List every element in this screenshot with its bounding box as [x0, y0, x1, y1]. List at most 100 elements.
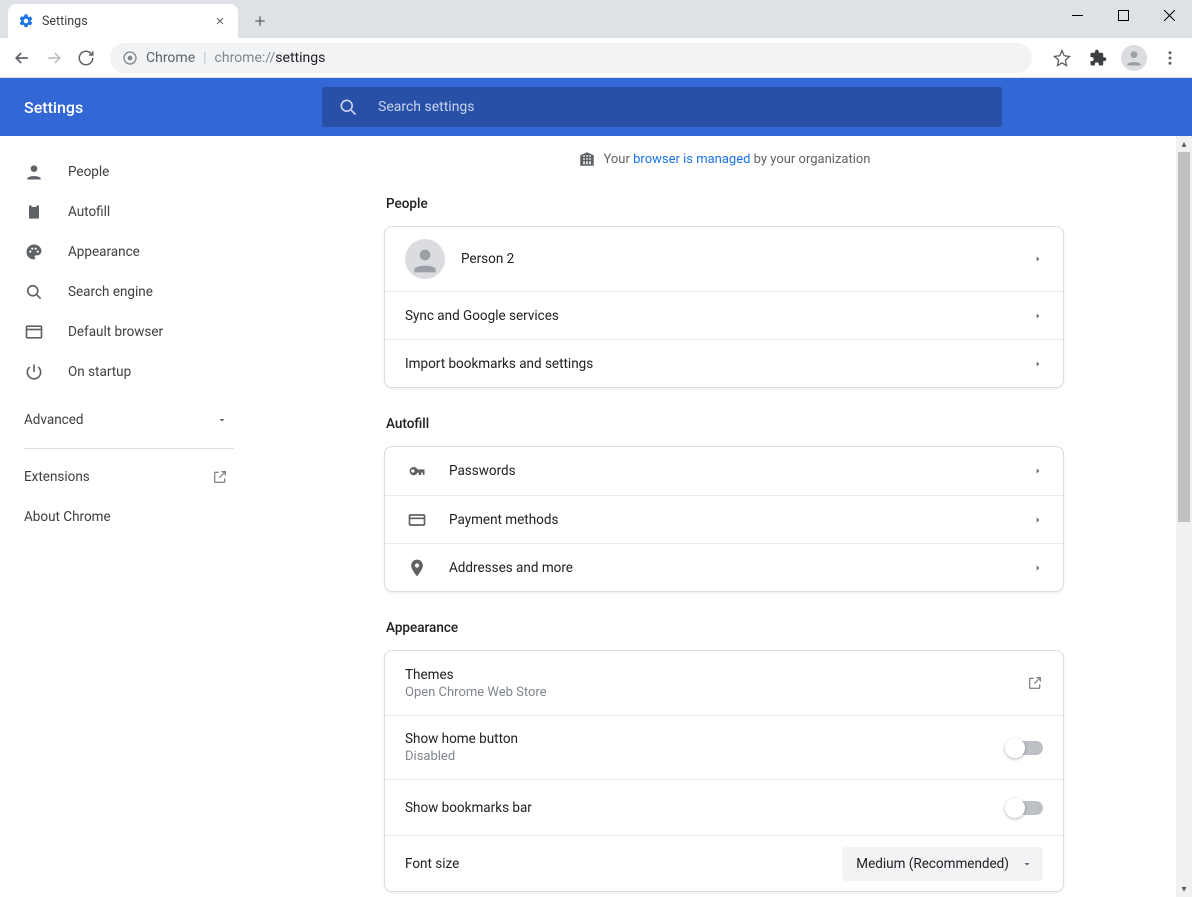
sidebar-item-about[interactable]: About Chrome	[0, 497, 256, 537]
forward-button[interactable]	[38, 42, 70, 74]
sidebar-item-search-engine[interactable]: Search engine	[0, 272, 256, 312]
bookmark-star-icon[interactable]	[1046, 42, 1078, 74]
font-size-row: Font size Medium (Recommended)	[385, 835, 1063, 891]
key-icon	[405, 459, 429, 483]
scroll-up-arrow[interactable]: ▴	[1176, 136, 1192, 152]
sidebar-label: Appearance	[68, 244, 140, 260]
people-card: Person 2 Sync and Google services Import…	[384, 226, 1064, 388]
sidebar-label: Search engine	[68, 284, 153, 300]
row-label: Themes	[405, 667, 1027, 683]
sidebar-item-on-startup[interactable]: On startup	[0, 352, 256, 392]
sidebar-label: Autofill	[68, 204, 110, 220]
row-label: Payment methods	[449, 512, 1033, 528]
scroll-down-arrow[interactable]: ▾	[1176, 881, 1192, 897]
reload-button[interactable]	[70, 42, 102, 74]
search-placeholder: Search settings	[378, 99, 475, 115]
sidebar-item-autofill[interactable]: Autofill	[0, 192, 256, 232]
themes-row[interactable]: Themes Open Chrome Web Store	[385, 651, 1063, 715]
row-label: Show bookmarks bar	[405, 800, 1007, 816]
home-button-row: Show home button Disabled	[385, 715, 1063, 779]
font-size-select[interactable]: Medium (Recommended)	[842, 847, 1043, 881]
tab-title: Settings	[42, 14, 88, 29]
person-icon	[24, 162, 44, 182]
managed-link[interactable]: browser is managed	[633, 152, 750, 167]
back-button[interactable]	[6, 42, 38, 74]
chevron-right-icon	[1033, 515, 1043, 525]
extensions-icon[interactable]	[1082, 42, 1114, 74]
scrollbar-thumb[interactable]	[1178, 152, 1190, 522]
location-icon	[405, 556, 429, 580]
window-titlebar: Settings	[0, 0, 1192, 38]
payment-row[interactable]: Payment methods	[385, 495, 1063, 543]
address-bar[interactable]: Chrome | chrome://settings	[110, 43, 1032, 73]
search-settings-input[interactable]: Search settings	[322, 87, 1002, 127]
browser-tab[interactable]: Settings	[8, 4, 238, 38]
search-icon	[24, 282, 44, 302]
import-row[interactable]: Import bookmarks and settings	[385, 339, 1063, 387]
power-icon	[24, 362, 44, 382]
sidebar-item-advanced[interactable]: Advanced	[0, 400, 256, 440]
window-controls	[1054, 0, 1192, 32]
profile-name: Person 2	[461, 251, 1033, 267]
profile-avatar[interactable]	[1118, 42, 1150, 74]
settings-sidebar: People Autofill Appearance Search engine…	[0, 136, 256, 897]
sidebar-label: Advanced	[24, 412, 84, 428]
clipboard-icon	[24, 202, 44, 222]
section-title-autofill: Autofill	[386, 416, 1064, 432]
sidebar-item-appearance[interactable]: Appearance	[0, 232, 256, 272]
chevron-right-icon	[1033, 311, 1043, 321]
managed-banner: Your browser is managed by your organiza…	[384, 136, 1064, 186]
omnibox-url-prefix: chrome://	[215, 50, 276, 66]
row-label: Show home button	[405, 731, 1007, 747]
sidebar-label: People	[68, 164, 109, 180]
palette-icon	[24, 242, 44, 262]
external-link-icon	[1027, 675, 1043, 691]
chevron-down-icon	[1021, 858, 1033, 870]
sidebar-item-extensions[interactable]: Extensions	[0, 457, 256, 497]
scrollbar-track[interactable]: ▴ ▾	[1176, 136, 1192, 897]
sidebar-item-default-browser[interactable]: Default browser	[0, 312, 256, 352]
sidebar-label: About Chrome	[24, 509, 111, 525]
chevron-right-icon	[1033, 359, 1043, 369]
sidebar-label: On startup	[68, 364, 131, 380]
search-icon	[338, 97, 358, 117]
appearance-card: Themes Open Chrome Web Store Show home b…	[384, 650, 1064, 892]
autofill-card: Passwords Payment methods Addresses and …	[384, 446, 1064, 592]
banner-suffix: by your organization	[750, 152, 870, 167]
new-tab-button[interactable]	[246, 7, 274, 35]
card-icon	[405, 508, 429, 532]
minimize-button[interactable]	[1054, 0, 1100, 30]
row-label: Passwords	[449, 463, 1033, 479]
row-sublabel: Disabled	[405, 749, 1007, 764]
row-label: Addresses and more	[449, 560, 1033, 576]
sidebar-item-people[interactable]: People	[0, 152, 256, 192]
row-sublabel: Open Chrome Web Store	[405, 685, 1027, 700]
close-tab-icon[interactable]	[212, 13, 228, 29]
profile-row[interactable]: Person 2	[385, 227, 1063, 291]
chevron-right-icon	[1033, 563, 1043, 573]
sync-row[interactable]: Sync and Google services	[385, 291, 1063, 339]
select-value: Medium (Recommended)	[856, 856, 1009, 872]
settings-title: Settings	[24, 98, 322, 117]
chevron-down-icon	[216, 414, 228, 426]
omnibox-chip-label: Chrome	[146, 50, 195, 66]
chrome-icon	[122, 50, 138, 66]
passwords-row[interactable]: Passwords	[385, 447, 1063, 495]
browser-toolbar: Chrome | chrome://settings	[0, 38, 1192, 78]
row-label: Import bookmarks and settings	[405, 356, 1033, 372]
external-link-icon	[212, 469, 228, 485]
omnibox-url-rest: settings	[275, 50, 325, 66]
sidebar-label: Default browser	[68, 324, 163, 340]
home-button-toggle[interactable]	[1007, 741, 1043, 755]
row-label: Font size	[405, 856, 842, 872]
bookmarks-bar-toggle[interactable]	[1007, 801, 1043, 815]
addresses-row[interactable]: Addresses and more	[385, 543, 1063, 591]
avatar-icon	[405, 239, 445, 279]
bookmarks-bar-row: Show bookmarks bar	[385, 779, 1063, 835]
close-window-button[interactable]	[1146, 0, 1192, 30]
row-label: Sync and Google services	[405, 308, 1033, 324]
gear-icon	[18, 13, 34, 29]
maximize-button[interactable]	[1100, 0, 1146, 30]
browser-icon	[24, 322, 44, 342]
menu-button[interactable]	[1154, 42, 1186, 74]
